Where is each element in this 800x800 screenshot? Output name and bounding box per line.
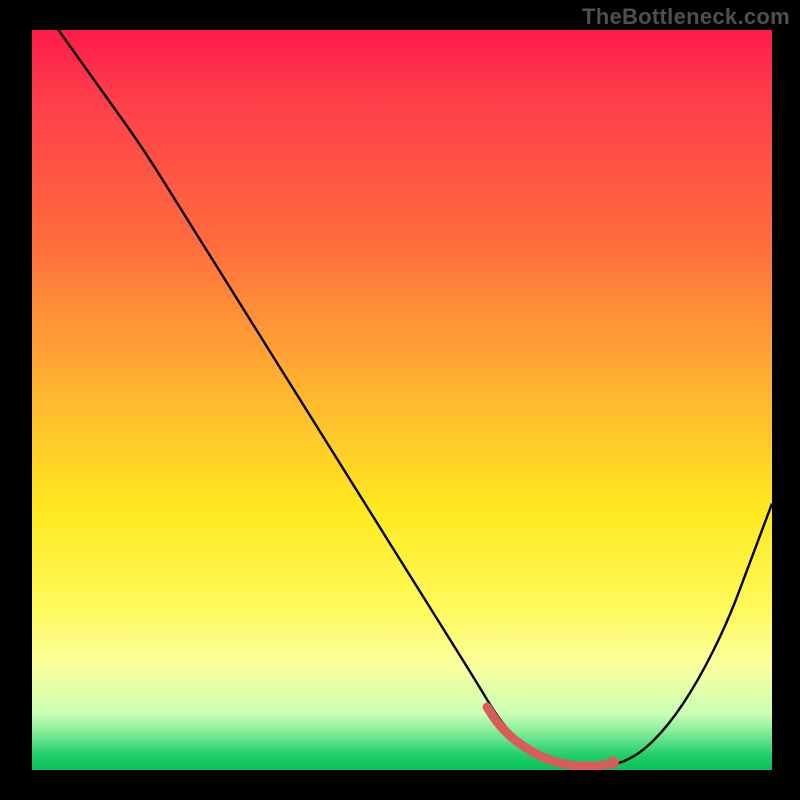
watermark-text: TheBottleneck.com [582, 4, 790, 30]
chart-frame: TheBottleneck.com [0, 0, 800, 800]
highlight-segment [487, 707, 613, 766]
plot-area [32, 30, 772, 770]
bottleneck-curve [32, 30, 772, 767]
curve-layer [32, 30, 772, 770]
highlight-end-marker [607, 757, 619, 769]
